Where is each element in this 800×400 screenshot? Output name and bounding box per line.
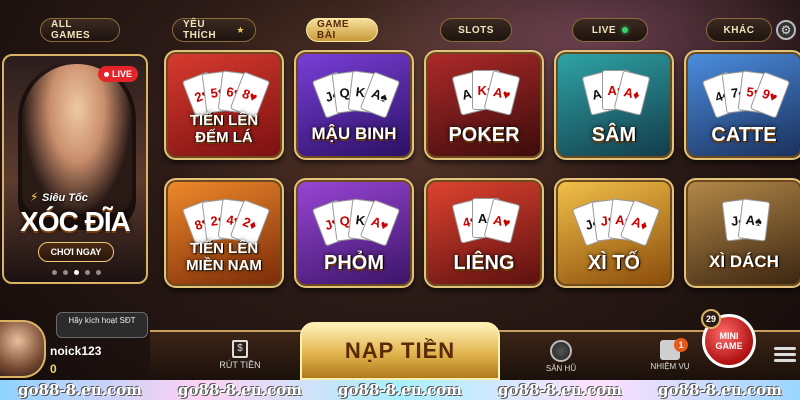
- carousel-dot[interactable]: [96, 270, 101, 275]
- game-tile[interactable]: A♠ K♥ A♥ POKER: [424, 50, 544, 160]
- tab-card-games[interactable]: GAME BÀI: [306, 18, 378, 42]
- game-name: POKER: [448, 124, 520, 146]
- carousel-dot[interactable]: [63, 270, 68, 275]
- game-tile[interactable]: J♠ Q♠ K♠ A♠ MẬU BINH: [294, 50, 414, 160]
- mini-game-badge: 29: [701, 309, 721, 329]
- card-fan: 4♥ A♠ A♥: [444, 190, 528, 250]
- card-fan: J♠ Q♠ K♠ A♠: [311, 62, 401, 122]
- game-tile[interactable]: 4♥ A♠ A♥ LIÊNG: [424, 178, 544, 288]
- game-name: XÌ TỐ: [587, 252, 641, 274]
- carousel-dot-active[interactable]: [74, 270, 79, 275]
- lightning-icon: ⚡: [30, 190, 39, 204]
- mission-button[interactable]: NHIỆM VỤ 1: [646, 338, 694, 380]
- playing-card: A♠: [737, 197, 771, 242]
- game-name: PHỎM: [324, 252, 384, 274]
- watermark-strip: go88-8.eu.com go88-8.eu.com go88-8.eu.co…: [0, 380, 800, 400]
- live-dot-icon: [103, 71, 109, 77]
- game-name: CATTE: [711, 124, 777, 146]
- tab-slots[interactable]: SLOTS: [440, 18, 512, 42]
- card-fan: J♥ Q♦ K♠ A♥: [311, 190, 401, 250]
- activate-phone-button[interactable]: Hãy kích hoạt SĐT: [56, 312, 148, 338]
- game-tile[interactable]: J♠ J♥ A♥ A♦ XÌ TỐ: [554, 178, 674, 288]
- category-tabs: ALL GAMES YÊU THÍCH ★ GAME BÀI SLOTS LIVE…: [0, 18, 800, 44]
- game-name: TIẾN LÊN MIỀN NAM: [186, 240, 262, 274]
- featured-game-card[interactable]: LIVE ⚡ Siêu Tốc XÓC ĐĨA CHƠI NGAY: [2, 54, 148, 284]
- game-name: TIẾN LÊN ĐẾM LÁ: [189, 112, 259, 146]
- game-tile[interactable]: J♠ A♠ XÌ DÁCH: [684, 178, 800, 288]
- card-fan: J♠ J♥ A♥ A♦: [571, 190, 661, 250]
- mini-game-button[interactable]: MINI GAME 29: [701, 309, 756, 368]
- menu-icon[interactable]: [774, 344, 796, 364]
- game-tile[interactable]: 4♠ 7♠ 5♥ 9♥ CATTE: [684, 50, 800, 160]
- deposit-button[interactable]: NẠP TIỀN: [300, 322, 500, 380]
- game-tile[interactable]: J♥ Q♦ K♠ A♥ PHỎM: [294, 178, 414, 288]
- tab-favorites[interactable]: YÊU THÍCH ★: [172, 18, 256, 42]
- carousel-dot[interactable]: [85, 270, 90, 275]
- carousel-dots: [52, 270, 101, 275]
- jackpot-button[interactable]: SĂN HŨ: [536, 340, 586, 380]
- carousel-dot[interactable]: [52, 270, 57, 275]
- live-badge: LIVE: [97, 66, 138, 82]
- game-name: SÂM: [591, 124, 637, 146]
- card-fan: A♠ A♥ A♦: [574, 62, 658, 122]
- watermark-text: go88-8.eu.com: [498, 381, 622, 399]
- play-now-button[interactable]: CHƠI NGAY: [38, 242, 114, 262]
- star-icon: ★: [236, 24, 245, 35]
- tab-live[interactable]: LIVE: [572, 18, 648, 42]
- game-tile[interactable]: 8♥ 2♥ 4♥ 2♦ TIẾN LÊN MIỀN NAM: [164, 178, 284, 288]
- card-fan: J♠ A♠: [704, 190, 788, 250]
- card-fan: 4♠ 7♠ 5♥ 9♥: [701, 62, 791, 122]
- game-name: XÌ DÁCH: [709, 252, 779, 271]
- jackpot-icon: [550, 340, 572, 362]
- game-name: LIÊNG: [453, 252, 515, 274]
- balance: 0: [50, 362, 57, 376]
- card-fan: A♠ K♥ A♥: [444, 62, 528, 122]
- money-icon: $: [232, 340, 248, 358]
- game-tile[interactable]: 2♥ 5♥ 6♥ 8♥ TIẾN LÊN ĐẾM LÁ: [164, 50, 284, 160]
- game-tile[interactable]: A♠ A♥ A♦ SÂM: [554, 50, 674, 160]
- watermark-text: go88-8.eu.com: [178, 381, 302, 399]
- game-grid: 2♥ 5♥ 6♥ 8♥ TIẾN LÊN ĐẾM LÁ J♠ Q♠ K♠ A♠ MẬU BINH A…: [164, 50, 800, 290]
- mission-badge: 1: [674, 338, 688, 352]
- avatar[interactable]: [0, 320, 46, 378]
- withdraw-button[interactable]: $ RÚT TIỀN: [190, 340, 290, 380]
- watermark-text: go88-8.eu.com: [18, 381, 142, 399]
- game-name: MẬU BINH: [311, 124, 397, 143]
- watermark-text: go88-8.eu.com: [338, 381, 462, 399]
- featured-title: XÓC ĐĨA: [20, 206, 131, 237]
- settings-icon[interactable]: ⚙: [776, 20, 796, 40]
- bottom-bar: Hãy kích hoạt SĐT noick123 0 $ RÚT TIỀN …: [0, 300, 800, 380]
- username: noick123: [50, 344, 102, 358]
- watermark-text: go88-8.eu.com: [658, 381, 782, 399]
- tab-all-games[interactable]: ALL GAMES: [40, 18, 120, 42]
- tab-other[interactable]: KHÁC: [706, 18, 772, 42]
- online-dot-icon: [622, 27, 629, 33]
- featured-subtitle: Siêu Tốc: [42, 192, 88, 204]
